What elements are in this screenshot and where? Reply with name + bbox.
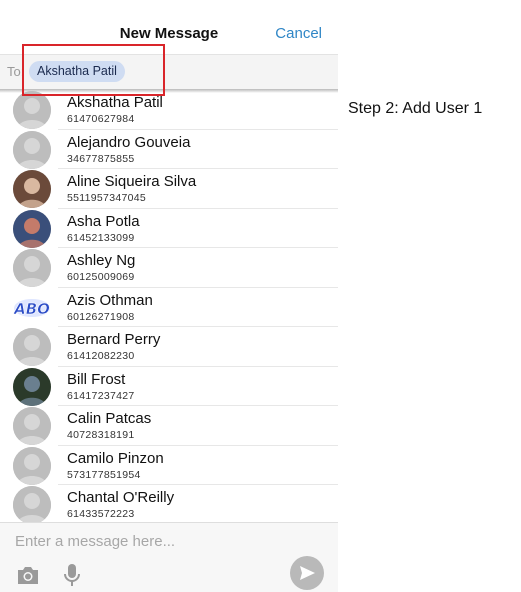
contact-phone: 5511957347045 (67, 192, 147, 204)
contact-phone: 61452133099 (67, 231, 135, 244)
contact-name: Aline Siqueira Silva (67, 173, 197, 190)
contact-name: Ashley Ng (67, 252, 136, 269)
contact-row[interactable]: ABO Azis Othman 60126271908 (0, 288, 338, 327)
contact-row[interactable]: Ashley Ng 60125009069 (0, 248, 338, 288)
contact-row[interactable]: Camilo Pinzon 573177851954 (0, 446, 338, 485)
default-avatar-icon (13, 328, 51, 366)
send-icon (300, 566, 315, 580)
contact-row[interactable]: Alejandro Gouveia 34677875855 (0, 130, 338, 169)
contact-phone: 61412082230 (67, 350, 135, 362)
contact-name: Alejandro Gouveia (67, 133, 191, 151)
photo-avatar (13, 209, 51, 248)
default-avatar-icon (13, 130, 51, 169)
contact-list[interactable]: Akshatha Patil 61470627984 Alejandro Gouve… (0, 90, 338, 522)
contact-row[interactable]: Aline Siqueira Silva 5511957347045 (0, 169, 338, 209)
message-input[interactable] (15, 533, 295, 550)
contact-row[interactable]: Asha Potla 61452133099 (0, 209, 338, 248)
photo-avatar (13, 170, 51, 208)
contact-row[interactable]: Chantal O'Reilly 61433572223 (0, 485, 338, 522)
contact-phone: 573177851954 (67, 468, 141, 481)
contact-phone: 60125009069 (67, 271, 135, 283)
contact-phone: 40728318191 (67, 429, 135, 441)
cancel-button[interactable]: Cancel (275, 25, 322, 42)
highlight-box (22, 44, 165, 96)
contact-name: Bill Frost (67, 370, 126, 388)
contact-row[interactable]: Bill Frost 61417237427 (0, 367, 338, 406)
default-avatar-icon (13, 407, 51, 445)
default-avatar-icon (13, 486, 51, 522)
contact-name: Calin Patcas (67, 410, 152, 427)
contact-phone: 60126271908 (67, 310, 135, 323)
contact-row[interactable]: Bernard Perry 61412082230 (0, 327, 338, 367)
microphone-icon[interactable] (63, 563, 81, 592)
contact-name: Azis Othman (67, 291, 153, 309)
svg-text:ABO: ABO (13, 300, 50, 318)
contact-name: Chantal O'Reilly (67, 489, 175, 506)
contact-phone: 61470627984 (67, 113, 135, 125)
camera-icon[interactable] (16, 565, 40, 590)
contact-name: Asha Potla (67, 212, 140, 230)
contact-name: Bernard Perry (67, 331, 161, 348)
default-avatar-icon (13, 249, 51, 287)
logo-avatar: ABO (13, 288, 51, 327)
contact-phone: 34677875855 (67, 152, 135, 165)
contact-row[interactable]: Calin Patcas 40728318191 (0, 406, 338, 446)
default-avatar-icon (13, 446, 51, 485)
contact-name: Camilo Pinzon (67, 449, 164, 467)
phone-screen: New Message Cancel To: Akshatha Patil Ak… (0, 0, 338, 592)
contact-phone: 61433572223 (67, 508, 135, 520)
contact-name: Akshatha Patil (67, 94, 163, 111)
step-caption: Step 2: Add User 1 (348, 100, 483, 117)
send-button[interactable] (290, 556, 324, 590)
default-avatar-icon (13, 91, 51, 129)
message-composer (0, 522, 338, 592)
contact-phone: 61417237427 (67, 389, 135, 402)
photo-avatar (13, 367, 51, 406)
